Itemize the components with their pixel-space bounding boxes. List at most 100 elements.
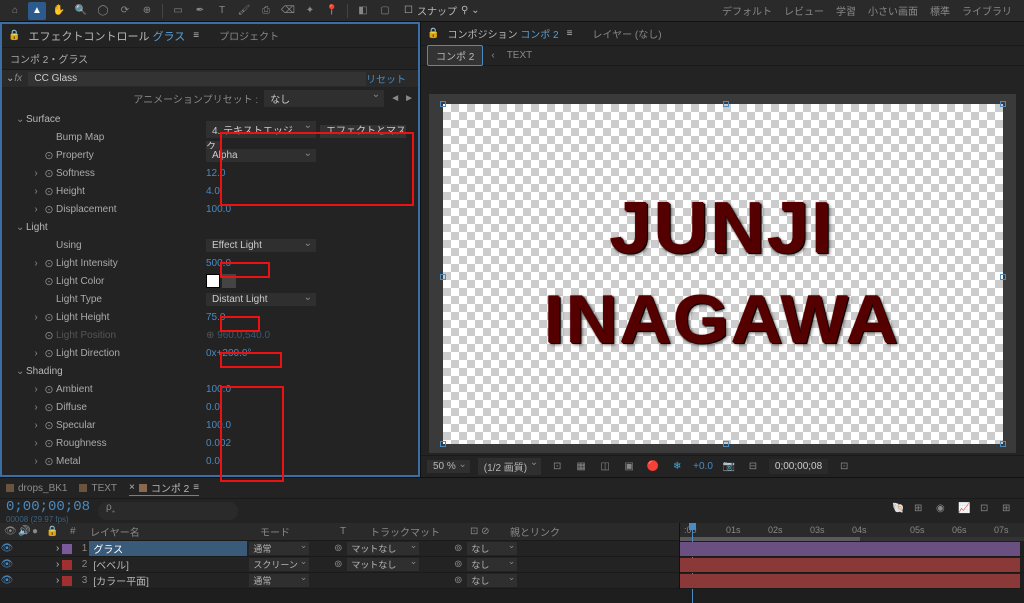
layer-name[interactable]: [ベベル] (89, 557, 247, 572)
layer-color-swatch[interactable] (62, 560, 72, 570)
time-ruler[interactable]: :00 01s 02s 03s 04s 05s 06s 07s (680, 523, 1024, 541)
blend-mode-dropdown[interactable]: 通常 (249, 574, 309, 587)
eye-icon[interactable]: 👁 (0, 559, 14, 570)
region-icon[interactable]: ▣ (621, 459, 637, 475)
caret-icon[interactable]: › (56, 575, 59, 586)
pickwhip-icon[interactable]: ⊚ (451, 575, 465, 586)
orbit-tool-icon[interactable]: ◯ (94, 2, 112, 20)
snap-toggle[interactable]: ☐スナップ⚲ ⌄ (404, 3, 479, 18)
col-audio-icon[interactable]: 🔊 (14, 526, 28, 537)
preset-prev-icon[interactable]: ◄ (390, 93, 400, 104)
timeline-track-area[interactable]: :00 01s 02s 03s 04s 05s 06s 07s (680, 523, 1024, 589)
frame-blend-icon[interactable]: ⊞ (914, 503, 930, 519)
project-tab[interactable]: プロジェクト (219, 28, 279, 43)
preset-next-icon[interactable]: ► (404, 93, 414, 104)
switches-icon[interactable]: ⊞ (1002, 503, 1018, 519)
stamp-tool-icon[interactable]: ⎙ (257, 2, 275, 20)
home-icon[interactable]: ⌂ (6, 2, 24, 20)
height-value[interactable]: 4.0 (206, 186, 220, 197)
layer-row[interactable]: 👁 › 2 [ベベル] スクリーン ⊚ マットなし ⊚ なし (0, 557, 679, 573)
trackmatte-dropdown[interactable]: マットなし (347, 542, 419, 555)
selection-handle[interactable] (1000, 441, 1006, 447)
ambient-value[interactable]: 100.0 (206, 384, 231, 395)
preset-dropdown[interactable]: なし (264, 90, 384, 107)
pickwhip-icon[interactable]: ⊚ (451, 543, 465, 554)
roughness-value[interactable]: 0.002 (206, 438, 231, 449)
eraser-tool-icon[interactable]: ⌫ (279, 2, 297, 20)
comp-tab[interactable]: コンポ 2 (427, 45, 483, 66)
light-intensity-value[interactable]: 500.0 (206, 258, 231, 269)
metal-value[interactable]: 0.0 (206, 456, 220, 467)
selection-handle[interactable] (440, 101, 446, 107)
resolution-dropdown[interactable]: (1/2 画質) (478, 458, 541, 475)
zoom-tool-icon[interactable]: 🔍 (72, 2, 90, 20)
mask-icon[interactable]: ◫ (597, 459, 613, 475)
anchor-tool-icon[interactable]: ⊕ (138, 2, 156, 20)
timeline-search-input[interactable]: ρ‸ (98, 502, 238, 520)
light-height-value[interactable]: 75.0 (206, 312, 225, 323)
layer-bar[interactable] (680, 574, 1020, 588)
parent-dropdown[interactable]: なし (467, 558, 517, 571)
workspace-tab[interactable]: 学習 (836, 3, 856, 18)
layer-bar[interactable] (680, 558, 1020, 572)
graph-editor-icon[interactable]: 📈 (958, 503, 974, 519)
fill-swatch-icon[interactable]: ◧ (354, 2, 372, 20)
workspace-tab[interactable]: レビュー (784, 3, 824, 18)
fast-preview-icon[interactable]: ⊡ (549, 459, 565, 475)
timeline-tab[interactable]: × コンポ 2 ≡ (129, 480, 199, 496)
layer-panel-tab[interactable]: レイヤー (なし) (592, 26, 661, 41)
puppet-tool-icon[interactable]: 📍 (323, 2, 341, 20)
exposure-value[interactable]: +0.0 (693, 461, 713, 472)
selection-handle[interactable] (1000, 274, 1006, 280)
col-lock-icon[interactable]: 🔒 (42, 526, 56, 537)
diffuse-value[interactable]: 0.0 (206, 402, 220, 413)
pickwhip-icon[interactable]: ⊚ (451, 559, 465, 570)
blend-mode-dropdown[interactable]: 通常 (249, 542, 309, 555)
color-mgmt-icon[interactable]: ❄ (669, 459, 685, 475)
bump-map-dropdown[interactable]: 4. テキストエッジ (206, 121, 316, 138)
light-direction-value[interactable]: 0x+200.0° (206, 348, 251, 359)
selection-handle[interactable] (723, 441, 729, 447)
col-vis-icon[interactable]: 👁 (0, 526, 14, 537)
shy-icon[interactable]: 🐚 (892, 503, 908, 519)
layer-row[interactable]: 👁 › 1 グラス 通常 ⊚ マットなし ⊚ なし (0, 541, 679, 557)
group-shading[interactable]: ⌄Shading (2, 362, 418, 380)
composition-canvas[interactable]: JUNJI INAGAWA (443, 104, 1003, 444)
pickwhip-icon[interactable]: ⊚ (331, 559, 345, 570)
eyedropper-icon[interactable] (222, 274, 236, 288)
selection-handle[interactable] (1000, 101, 1006, 107)
workspace-tab[interactable]: 標準 (930, 3, 950, 18)
displacement-value[interactable]: 100.0 (206, 204, 231, 215)
softness-value[interactable]: 12.0 (206, 168, 225, 179)
rect-tool-icon[interactable]: ▭ (169, 2, 187, 20)
rotate-tool-icon[interactable]: ⟳ (116, 2, 134, 20)
fx-toggle-icon[interactable]: fx (14, 73, 28, 84)
col-toggle-icon[interactable]: ⊡ ⊘ (466, 526, 506, 537)
pen-tool-icon[interactable]: ✒ (191, 2, 209, 20)
using-dropdown[interactable]: Effect Light (206, 239, 316, 252)
effect-name[interactable]: CC Glass (28, 72, 366, 86)
panel-menu-icon[interactable]: ≡ (567, 28, 573, 39)
parent-dropdown[interactable]: なし (467, 542, 517, 555)
stroke-swatch-icon[interactable]: ▢ (376, 2, 394, 20)
workspace-tab[interactable]: ライブラリ (962, 3, 1012, 18)
pickwhip-icon[interactable]: ⊚ (331, 543, 345, 554)
eye-icon[interactable]: 👁 (0, 575, 14, 586)
snapshot-icon[interactable]: 📷 (721, 459, 737, 475)
composition-viewer[interactable]: JUNJI INAGAWA (429, 94, 1016, 453)
timeline-tab[interactable]: TEXT (79, 483, 117, 494)
timeline-timecode[interactable]: 0;00;00;08 (6, 499, 90, 515)
blend-mode-dropdown[interactable]: スクリーン (249, 558, 309, 571)
viewer-timecode[interactable]: 0;00;00;08 (769, 459, 828, 474)
lock-icon[interactable]: 🔒 (427, 28, 439, 39)
panel-menu-icon[interactable]: ≡ (193, 30, 199, 41)
hand-tool-icon[interactable]: ✋ (50, 2, 68, 20)
channel-icon[interactable]: 🔴 (645, 459, 661, 475)
show-snapshot-icon[interactable]: ⊟ (745, 459, 761, 475)
draft-3d-icon[interactable]: ⊡ (980, 503, 996, 519)
light-color-swatch[interactable] (206, 274, 220, 288)
selection-handle[interactable] (723, 101, 729, 107)
light-type-dropdown[interactable]: Distant Light (206, 293, 316, 306)
effect-header-row[interactable]: ⌄ fx CC Glass リセット (2, 70, 418, 88)
breadcrumb-item[interactable]: TEXT (503, 50, 537, 61)
